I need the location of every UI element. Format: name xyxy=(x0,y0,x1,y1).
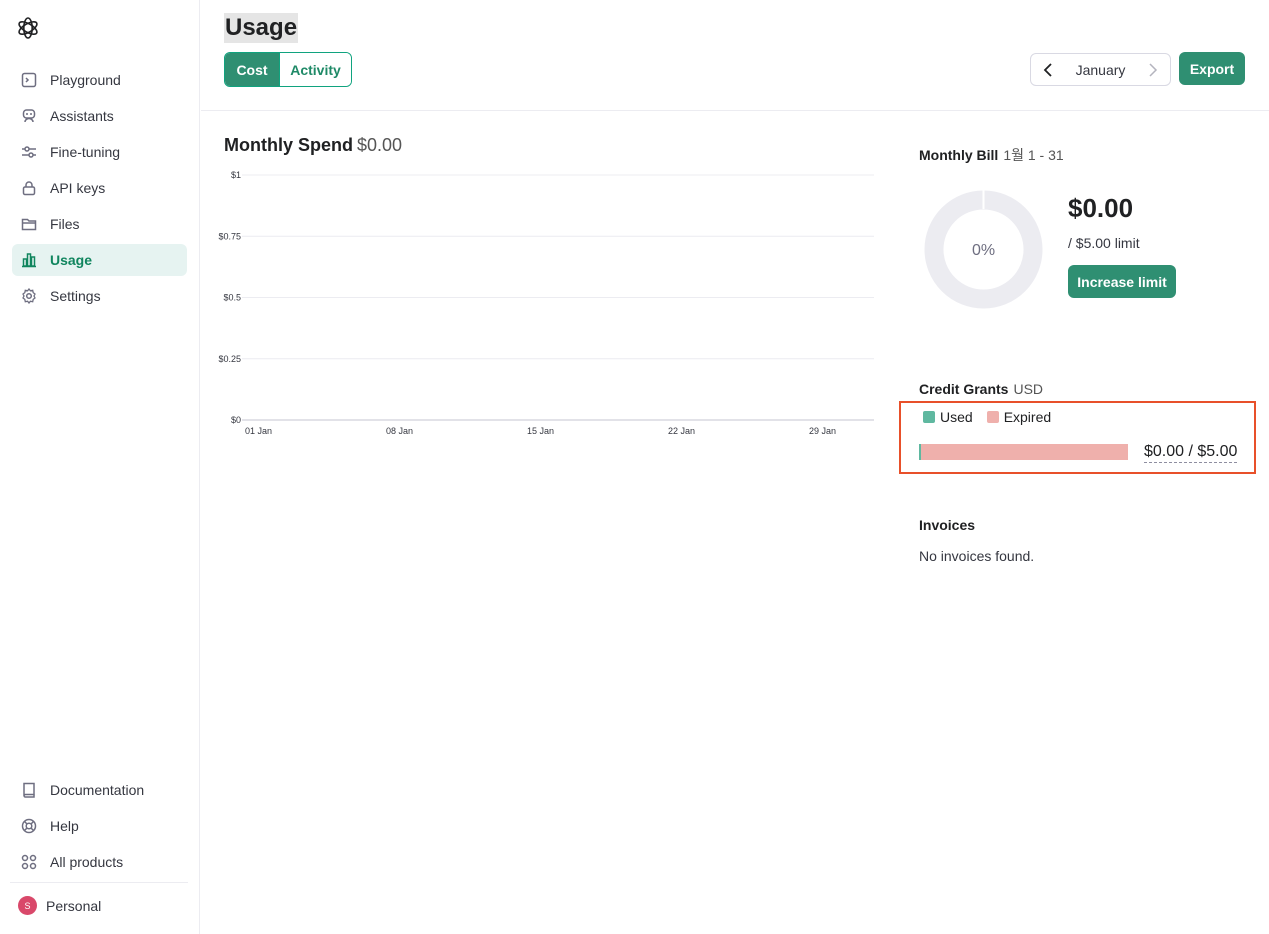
book-icon xyxy=(20,781,38,799)
credit-grants-used-fill xyxy=(919,444,921,460)
monthly-bill-title: Monthly Bill xyxy=(919,147,999,163)
used-swatch xyxy=(923,411,935,423)
folder-icon xyxy=(20,215,38,233)
sidebar-item-files[interactable]: Files xyxy=(12,208,187,240)
donut-percent-label: 0% xyxy=(972,242,995,259)
credit-grants-summary[interactable]: $0.00 / $5.00 xyxy=(1144,442,1238,463)
sidebar-bottom-nav: Documentation Help All products xyxy=(12,774,187,882)
view-toggle: Cost Activity xyxy=(224,52,352,87)
lock-icon xyxy=(20,179,38,197)
export-button[interactable]: Export xyxy=(1179,52,1245,85)
bill-limit: / $5.00 limit xyxy=(1068,235,1140,251)
sidebar-nav: Playground Assistants Fine-tuning API ke… xyxy=(12,64,187,316)
sidebar-item-label: Fine-tuning xyxy=(50,144,121,160)
invoices-heading: Invoices xyxy=(919,517,975,533)
gear-icon xyxy=(20,287,38,305)
sidebar-item-label: Help xyxy=(50,818,79,834)
monthly-spend-chart: $0 $0.25 $0.5 $0.75 $1 01 Jan 08 Jan 15 Jan 22 J… xyxy=(218,170,874,436)
sidebar-item-help[interactable]: Help xyxy=(12,810,187,842)
no-invoices-message: No invoices found. xyxy=(919,548,1035,564)
tab-activity[interactable]: Activity xyxy=(279,53,351,86)
sidebar-item-assistants[interactable]: Assistants xyxy=(12,100,187,132)
sidebar-item-label: Playground xyxy=(50,72,121,88)
terminal-icon xyxy=(20,71,38,89)
app-root: Playground Assistants Fine-tuning API ke… xyxy=(0,0,1269,934)
grid-icon xyxy=(20,853,38,871)
credit-grants-currency: USD xyxy=(1013,381,1044,397)
tab-cost[interactable]: Cost xyxy=(225,53,279,86)
next-month-button[interactable] xyxy=(1136,54,1170,85)
lifebuoy-icon xyxy=(20,817,38,835)
bill-usage-donut: 0% xyxy=(924,190,1043,309)
increase-limit-button[interactable]: Increase limit xyxy=(1068,265,1176,298)
bar-chart-icon xyxy=(20,251,38,269)
x-tick-label: 22 Jan xyxy=(668,426,695,436)
chevron-right-icon xyxy=(1149,62,1158,77)
monthly-spend-amount: $0.00 xyxy=(357,135,403,155)
x-tick-label: 08 Jan xyxy=(386,426,413,436)
sidebar-item-api-keys[interactable]: API keys xyxy=(12,172,187,204)
sliders-icon xyxy=(20,143,38,161)
invoices-title: Invoices xyxy=(919,517,976,533)
sidebar-item-label: Settings xyxy=(50,288,101,304)
account-switcher[interactable]: S Personal xyxy=(18,896,101,915)
sidebar-item-label: Files xyxy=(50,216,80,232)
credit-grants-title: Credit Grants xyxy=(919,381,1009,397)
x-tick-label: 29 Jan xyxy=(809,426,836,436)
credit-grants-heading: Credit Grants USD xyxy=(919,381,1043,397)
monthly-spend-title: Monthly Spend xyxy=(224,135,353,155)
credit-grants-legend: Used Expired xyxy=(923,409,1065,425)
monthly-spend-heading: Monthly Spend $0.00 xyxy=(224,135,402,156)
previous-month-button[interactable] xyxy=(1031,54,1065,85)
y-tick-label: $0.5 xyxy=(223,293,241,303)
month-label: January xyxy=(1075,61,1126,78)
sidebar-item-fine-tuning[interactable]: Fine-tuning xyxy=(12,136,187,168)
y-tick-label: $0.75 xyxy=(218,231,241,241)
sidebar-item-playground[interactable]: Playground xyxy=(12,64,187,96)
y-tick-label: $0 xyxy=(231,415,241,425)
y-tick-label: $0.25 xyxy=(218,354,241,364)
monthly-bill-heading: Monthly Bill 1월 1 - 31 xyxy=(919,145,1064,165)
sidebar-item-usage[interactable]: Usage xyxy=(12,244,187,276)
sidebar-item-all-products[interactable]: All products xyxy=(12,846,187,878)
sidebar: Playground Assistants Fine-tuning API ke… xyxy=(0,0,200,934)
month-picker: January xyxy=(1030,53,1171,86)
y-tick-label: $1 xyxy=(231,170,241,180)
account-name: Personal xyxy=(46,897,102,914)
sidebar-item-label: API keys xyxy=(50,180,106,196)
sidebar-item-label: All products xyxy=(50,854,124,870)
x-tick-label: 01 Jan xyxy=(245,426,272,436)
expired-swatch xyxy=(986,411,999,423)
page-title: Usage xyxy=(224,13,299,43)
sidebar-item-settings[interactable]: Settings xyxy=(12,280,187,312)
chevron-left-icon xyxy=(1043,62,1052,77)
openai-logo-icon[interactable] xyxy=(16,16,40,40)
sidebar-item-label: Documentation xyxy=(50,782,145,798)
avatar: S xyxy=(18,896,37,915)
bill-amount: $0.00 xyxy=(1068,193,1134,223)
sidebar-item-label: Assistants xyxy=(50,108,114,124)
credit-grants-bar[interactable] xyxy=(919,444,1128,460)
robot-icon xyxy=(20,107,38,125)
sidebar-item-documentation[interactable]: Documentation xyxy=(12,774,187,806)
legend-used-label: Used xyxy=(940,409,973,425)
x-tick-label: 15 Jan xyxy=(527,426,554,436)
page-header: Usage Cost Activity January Export xyxy=(201,0,1269,111)
sidebar-divider xyxy=(10,882,188,883)
legend-expired-label: Expired xyxy=(1003,409,1052,425)
sidebar-item-label: Usage xyxy=(50,252,93,268)
monthly-bill-range: 1월 1 - 31 xyxy=(1003,147,1064,163)
